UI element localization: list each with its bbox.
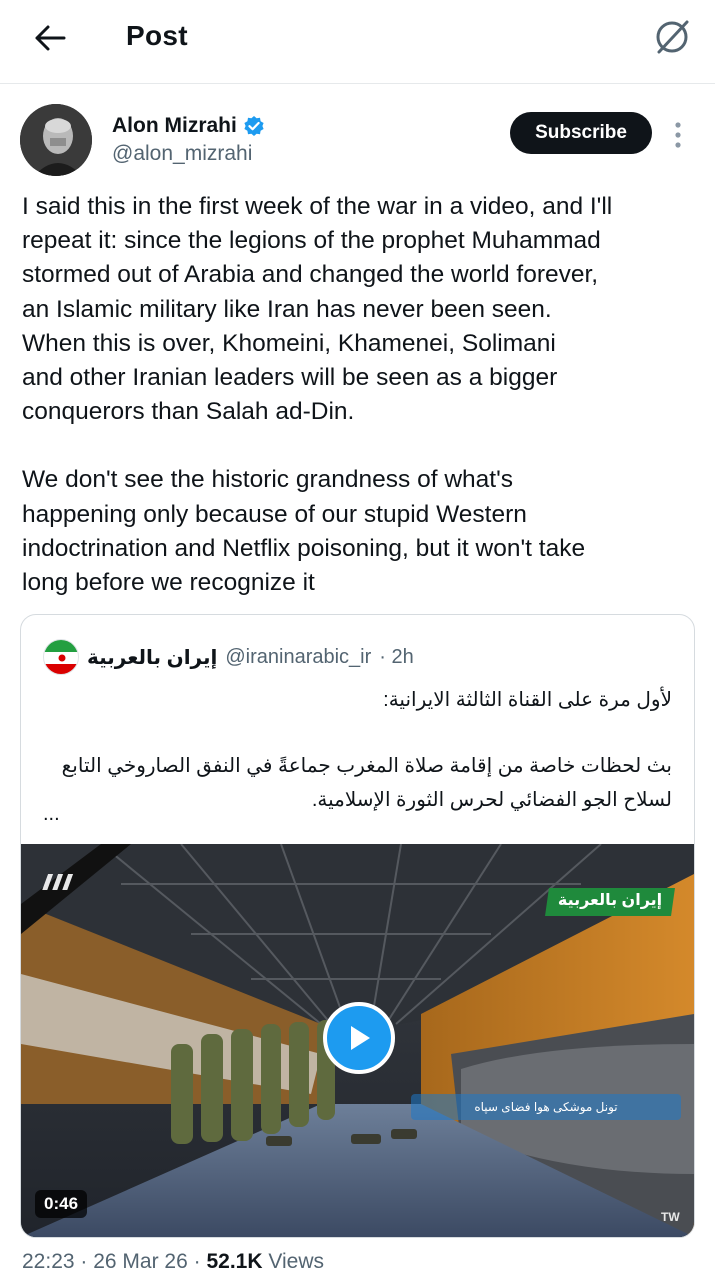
- quoted-text-body: بث لحظات خاصة من إقامة صلاة المغرب جماعة…: [61, 755, 672, 811]
- arrow-left-icon: [35, 25, 66, 51]
- play-button[interactable]: [323, 1002, 395, 1074]
- page-title: Post: [126, 20, 188, 51]
- quoted-avatar[interactable]: [43, 639, 79, 675]
- post-time: 22:23: [22, 1250, 75, 1273]
- video-player[interactable]: إيران بالعربية تونل موشکی هوا فضای سپاه …: [21, 844, 694, 1237]
- meta-separator: ·: [193, 1250, 207, 1273]
- iran-flag-icon: [44, 640, 78, 674]
- post-meta: 22:23 · 26 Mar 26 · 52.1K Views: [22, 1250, 324, 1274]
- tweet-line: repeat it: since the legions of the prop…: [22, 227, 601, 255]
- quoted-text-line: لأول مرة على القناة الثالثة الايرانية:: [383, 689, 672, 711]
- more-options-icon[interactable]: [670, 120, 686, 150]
- tweet-line: stormed out of Arabia and changed the wo…: [22, 261, 599, 289]
- tweet-text: I said this in the first week of the war…: [22, 190, 697, 600]
- play-icon: [351, 1026, 370, 1050]
- video-caption: تونل موشکی هوا فضای سپاه: [411, 1094, 681, 1120]
- quoted-handle[interactable]: @iraninarabic_ir: [225, 646, 371, 669]
- author-row: Alon Mizrahi @alon_mizrahi Subscribe: [20, 104, 695, 178]
- top-bar: Post: [0, 0, 715, 84]
- views-count[interactable]: 52.1K: [206, 1250, 262, 1273]
- verified-badge-icon: [244, 116, 264, 136]
- back-button[interactable]: [28, 18, 72, 58]
- video-duration: 0:46: [35, 1190, 88, 1218]
- tweet-line: I said this in the first week of the war…: [22, 193, 613, 220]
- channel-logo: إيران بالعربية: [557, 892, 663, 909]
- tweet-line: and other Iranian leaders will be seen a…: [22, 364, 558, 392]
- tweet-line: happening only because of our stupid Wes…: [22, 500, 527, 528]
- tweet-line: an Islamic military like Iran has never …: [22, 295, 552, 323]
- tweet-line: conquerors than Salah ad-Din.: [22, 398, 355, 426]
- video-watermark: TW: [661, 1210, 680, 1224]
- subscribe-button[interactable]: Subscribe: [510, 112, 652, 154]
- quoted-post[interactable]: إيران بالعربية @iraninarabic_ir · 2h لأو…: [20, 614, 695, 1238]
- quoted-post-header: إيران بالعربية @iraninarabic_ir · 2h: [43, 639, 414, 675]
- name-row: Alon Mizrahi: [112, 114, 265, 138]
- avatar[interactable]: [20, 104, 92, 176]
- quoted-time: · 2h: [379, 645, 414, 668]
- display-name[interactable]: Alon Mizrahi: [112, 114, 237, 138]
- views-label: Views: [268, 1250, 324, 1273]
- quoted-display-name[interactable]: إيران بالعربية: [87, 645, 217, 670]
- tweet-line: long before we recognize it: [22, 569, 315, 597]
- tweet-line: We don't see the historic grandness of w…: [22, 466, 514, 494]
- quoted-ellipsis: ...: [43, 803, 60, 825]
- author-handle[interactable]: @alon_mizrahi: [112, 142, 252, 166]
- post-date: 26 Mar 26: [93, 1250, 188, 1273]
- tweet-line: When this is over, Khomeini, Khamenei, S…: [22, 329, 556, 357]
- grok-icon[interactable]: [651, 16, 693, 58]
- tweet-line: indoctrination and Netflix poisoning, bu…: [22, 534, 586, 562]
- avatar-photo: [20, 104, 92, 176]
- meta-separator: ·: [80, 1250, 94, 1273]
